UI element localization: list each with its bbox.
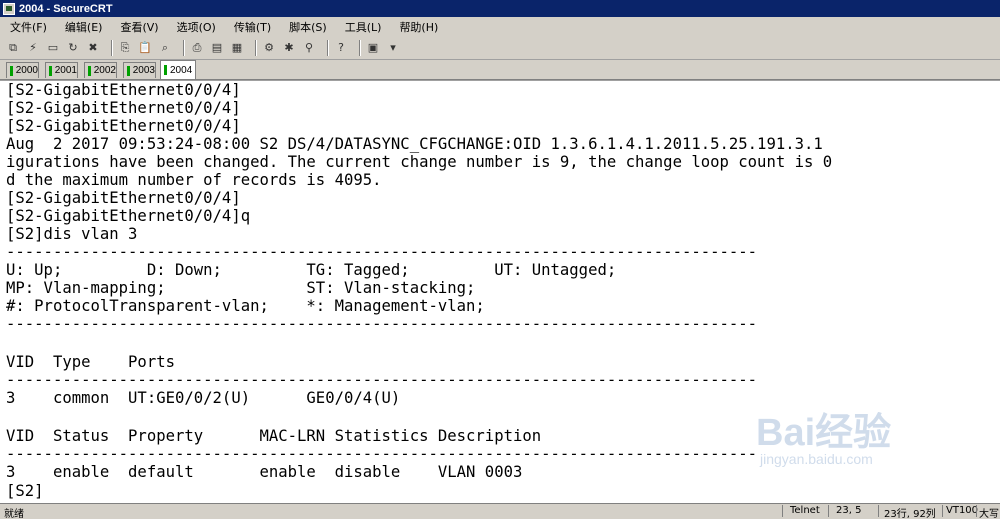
help-icon[interactable]: ? [334, 41, 348, 55]
status-separator [976, 505, 977, 517]
toolbar: ⧉ ⚡ ▭ ↻ ✖ ⎘ 📋 ⌕ ⎙ ▤ ▦ ⚙ ✱ ⚲ ? ▣ ▾ [0, 36, 1000, 60]
menu-edit[interactable]: 编辑(E) [65, 19, 103, 35]
disconnect-icon[interactable]: ✖ [86, 41, 100, 55]
find-icon[interactable]: ⌕ [158, 41, 172, 55]
tab-2000[interactable]: 2000 [6, 62, 39, 78]
tab-label: 2004 [170, 64, 193, 76]
status-ready: 就绪 [4, 509, 24, 520]
connected-indicator-icon [88, 65, 91, 76]
menu-options[interactable]: 选项(O) [177, 19, 216, 35]
terminal-line: ----------------------------------------… [6, 243, 758, 261]
menu-tools[interactable]: 工具(L) [345, 19, 382, 35]
watermark-brand: Bai经验 [756, 412, 892, 454]
reconnect-icon[interactable]: ↻ [66, 41, 80, 55]
terminal-line: U: Up; D: Down; TG: Tagged; UT: Untagged… [6, 261, 617, 279]
terminal-line: MP: Vlan-mapping; ST: Vlan-stacking; [6, 279, 476, 297]
terminal-line: VID Status Property MAC-LRN Statistics D… [6, 427, 542, 445]
terminal-line: ----------------------------------------… [6, 371, 758, 389]
global-options-icon[interactable]: ✱ [282, 41, 296, 55]
tab-2001[interactable]: 2001 [45, 62, 78, 78]
terminal-line: Aug 2 2017 09:53:24-08:00 S2 DS/4/DATASY… [6, 135, 823, 153]
terminal-line: VID Type Ports [6, 353, 175, 371]
copy-icon[interactable]: ⎘ [118, 41, 132, 55]
menu-file[interactable]: 文件(F) [10, 19, 47, 35]
status-caps: 大写 [979, 509, 999, 520]
toolbar-separator [183, 39, 185, 56]
toolbar-separator [255, 39, 257, 56]
connect-tab-icon[interactable]: ▭ [46, 41, 60, 55]
menu-help[interactable]: 帮助(H) [399, 19, 438, 35]
terminal-line: 3 common UT:GE0/0/2(U) GE0/0/4(U) [6, 389, 401, 407]
keymap-icon[interactable]: ⚲ [302, 41, 316, 55]
terminal-line: [S2]dis vlan 3 [6, 225, 138, 243]
tab-2003[interactable]: 2003 [123, 62, 156, 78]
print-selection-icon[interactable]: ▦ [230, 41, 244, 55]
session-tab-bar: 2000 2001 2002 2003 2004 [0, 60, 1000, 80]
tab-2004[interactable]: 2004 [160, 60, 196, 79]
toolbar-separator [359, 39, 361, 56]
terminal-line: ----------------------------------------… [6, 315, 758, 333]
menu-bar: 文件(F) 编辑(E) 查看(V) 选项(O) 传输(T) 脚本(S) 工具(L… [0, 17, 1000, 36]
window-title: 2004 - SecureCRT [19, 2, 113, 15]
terminal-line: igurations have been changed. The curren… [6, 153, 833, 171]
terminal-line: [S2-GigabitEthernet0/0/4] [6, 81, 241, 99]
connected-indicator-icon [127, 65, 130, 76]
terminal-line: [S2-GigabitEthernet0/0/4] [6, 117, 241, 135]
status-emulation: VT100 [946, 505, 979, 516]
status-rows-cols: 23行, 92列 [884, 509, 936, 520]
menu-view[interactable]: 查看(V) [120, 19, 158, 35]
session-options-icon[interactable]: ⚙ [262, 41, 276, 55]
menu-script[interactable]: 脚本(S) [289, 19, 327, 35]
status-separator [942, 505, 943, 517]
tab-label: 2003 [132, 65, 155, 76]
tab-label: 2001 [54, 65, 77, 76]
status-cursor-position: 23, 5 [836, 505, 862, 516]
overflow-icon[interactable]: ▾ [386, 41, 400, 55]
connect-icon[interactable]: ⧉ [6, 41, 20, 55]
connected-indicator-icon [164, 65, 167, 75]
terminal-line: d the maximum number of records is 4095. [6, 171, 382, 189]
screen-icon[interactable]: ▣ [366, 41, 380, 55]
terminal-line: ----------------------------------------… [6, 445, 758, 463]
print-icon[interactable]: ⎙ [190, 41, 204, 55]
watermark-url: jingyan.baidu.com [760, 451, 873, 467]
status-separator [878, 505, 879, 517]
terminal-line: [S2-GigabitEthernet0/0/4] [6, 99, 241, 117]
connected-indicator-icon [49, 65, 52, 76]
status-separator [828, 505, 829, 517]
paste-icon[interactable]: 📋 [138, 41, 152, 55]
status-separator [782, 505, 783, 517]
menu-transfer[interactable]: 传输(T) [234, 19, 271, 35]
app-icon [3, 2, 15, 15]
tab-label: 2002 [93, 65, 116, 76]
terminal-line: #: ProtocolTransparent-vlan; *: Manageme… [6, 297, 485, 315]
terminal-line: [S2-GigabitEthernet0/0/4]q [6, 207, 251, 225]
tab-2002[interactable]: 2002 [84, 62, 117, 78]
quick-connect-icon[interactable]: ⚡ [26, 41, 40, 55]
print-setup-icon[interactable]: ▤ [210, 41, 224, 55]
connected-indicator-icon [10, 65, 13, 76]
terminal-line: [S2] [6, 482, 44, 500]
toolbar-separator [327, 39, 329, 56]
baidu-jingyan-watermark: Bai经验 jingyan.baidu.com [756, 383, 986, 473]
terminal-line: [S2-GigabitEthernet0/0/4] [6, 189, 241, 207]
tab-label: 2000 [15, 65, 38, 76]
terminal-screen[interactable]: [S2-GigabitEthernet0/0/4] [S2-GigabitEth… [0, 80, 1000, 503]
terminal-line: 3 enable default enable disable VLAN 000… [6, 463, 523, 481]
title-bar: 2004 - SecureCRT [0, 0, 1000, 17]
toolbar-separator [111, 39, 113, 56]
status-protocol: Telnet [790, 505, 820, 516]
status-bar: 就绪 Telnet 23, 5 23行, 92列 VT100 大写 [0, 503, 1000, 520]
